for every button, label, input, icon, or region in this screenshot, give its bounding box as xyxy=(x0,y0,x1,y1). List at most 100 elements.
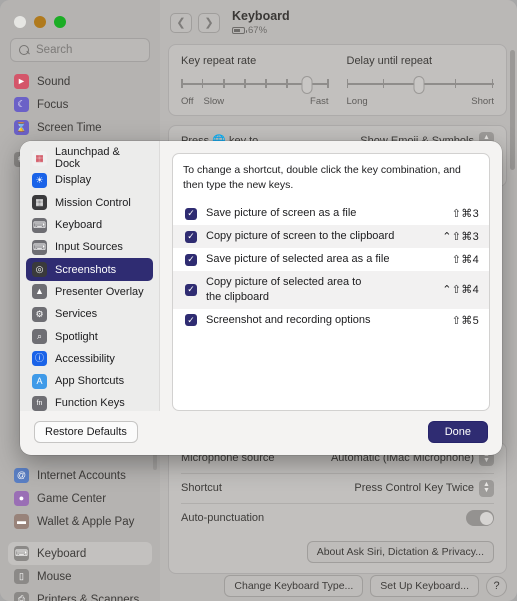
set-up-keyboard-button[interactable]: Set Up Keyboard... xyxy=(370,575,479,597)
sidebar-item-presenter-overlay[interactable]: ▲ Presenter Overlay xyxy=(26,281,153,303)
battery-status: 67% xyxy=(232,25,290,36)
about-ask-siri-button[interactable]: About Ask Siri, Dictation & Privacy... xyxy=(306,540,494,563)
sidebar-item-mission-control[interactable]: ▦ Mission Control xyxy=(26,192,153,214)
dictation-card: Microphone source Automatic (iMac Microp… xyxy=(168,441,507,574)
shortcuts-panel: To change a shortcut, double click the k… xyxy=(160,141,502,411)
table-row[interactable]: ✓ Save picture of screen as a file ⇧⌘3 xyxy=(173,202,489,225)
done-button[interactable]: Done xyxy=(427,421,488,443)
dictation-shortcut-row[interactable]: Shortcut Press Control Key Twice ▲ ▼ xyxy=(181,472,494,503)
mouse-icon: ▯ xyxy=(14,569,29,584)
search-input[interactable]: Search xyxy=(10,38,150,62)
sidebar-item-wallet[interactable]: ▬ Wallet & Apple Pay xyxy=(8,510,152,533)
key-repeat-rate-group: Key repeat rate Off Slow Fast xyxy=(181,55,329,107)
checkbox-checked-icon[interactable]: ✓ xyxy=(185,314,197,327)
at-sign-icon: @ xyxy=(14,468,29,483)
dictation-shortcut-label: Shortcut xyxy=(181,482,222,495)
sidebar-item-label: Internet Accounts xyxy=(37,469,126,482)
shortcut-keys[interactable]: ⇧⌘3 xyxy=(452,207,479,220)
shortcut-keys[interactable]: ⇧⌘5 xyxy=(452,314,479,327)
chevron-right-icon[interactable]: ❯ xyxy=(198,12,220,33)
help-button[interactable]: ? xyxy=(486,575,507,597)
sidebar-item-keyboard[interactable]: ⌨ Keyboard xyxy=(8,542,152,565)
app-store-icon: A xyxy=(32,373,47,389)
table-row[interactable]: ✓ Save picture of selected area as a fil… xyxy=(173,248,489,271)
sidebar-item-focus[interactable]: ☾ Focus xyxy=(8,93,152,116)
sidebar-item-label: Wallet & Apple Pay xyxy=(37,515,135,528)
table-row[interactable]: ✓ Screenshot and recording options ⇧⌘5 xyxy=(173,309,489,332)
minimize-window-button[interactable] xyxy=(34,16,46,28)
restore-defaults-button[interactable]: Restore Defaults xyxy=(34,421,138,443)
checkbox-checked-icon[interactable]: ✓ xyxy=(185,253,197,266)
sheet-item-label: Presenter Overlay xyxy=(55,285,144,298)
sidebar-item-internet-accounts[interactable]: @ Internet Accounts xyxy=(8,464,152,487)
chevron-updown-icon[interactable]: ▲▼ xyxy=(479,479,494,497)
sidebar-item-screenshots[interactable]: ◎ Screenshots xyxy=(26,258,153,281)
close-window-button[interactable] xyxy=(14,16,26,28)
sidebar-item-services[interactable]: ⚙ Services xyxy=(26,303,153,325)
shortcut-keys[interactable]: ⌃⇧⌘3 xyxy=(442,230,479,243)
services-icon: ⚙ xyxy=(32,306,47,322)
sheet-item-label: App Shortcuts xyxy=(55,375,125,388)
sidebar-divider xyxy=(8,533,152,542)
sidebar-item-launchpad-dock[interactable]: ▦ Launchpad & Dock xyxy=(26,146,153,171)
sheet-item-label: Function Keys xyxy=(55,397,125,410)
sidebar-item-input-sources[interactable]: ⌨ Input Sources xyxy=(26,236,153,258)
sidebar-item-keyboard[interactable]: ⌨ Keyboard xyxy=(26,214,153,236)
sheet-item-label: Mission Control xyxy=(55,196,131,209)
sidebar-item-printers-scanners[interactable]: ⎙ Printers & Scanners xyxy=(8,588,152,601)
sidebar-item-screen-time[interactable]: ⌛ Screen Time xyxy=(8,116,152,139)
sheet-item-label: Services xyxy=(55,308,98,321)
shortcut-label: Screenshot and recording options xyxy=(206,313,371,326)
shortcut-keys[interactable]: ⌃⇧⌘4 xyxy=(442,283,479,296)
dictation-shortcut-value[interactable]: Press Control Key Twice ▲ ▼ xyxy=(354,479,494,497)
speaker-icon: ► xyxy=(14,74,29,89)
checkbox-checked-icon[interactable]: ✓ xyxy=(185,283,197,296)
sidebar-item-mouse[interactable]: ▯ Mouse xyxy=(8,565,152,588)
sidebar-item-accessibility[interactable]: ⓘ Accessibility xyxy=(26,348,153,370)
printer-icon: ⎙ xyxy=(14,592,29,601)
traffic-lights xyxy=(0,6,160,28)
sidebar-item-label: Sound xyxy=(37,75,71,88)
delay-until-repeat-slider[interactable] xyxy=(346,75,494,94)
shortcut-label: Save picture of screen as a file xyxy=(206,207,357,220)
keyboard-icon: ⌨ xyxy=(32,217,47,233)
spotlight-search-icon: ⌕ xyxy=(32,329,47,345)
display-brightness-icon: ☀ xyxy=(32,172,47,188)
delay-until-repeat-label: Delay until repeat xyxy=(346,54,433,67)
sidebar-item-label: Focus xyxy=(37,98,69,111)
content-scrollbar[interactable] xyxy=(510,50,515,170)
launchpad-icon: ▦ xyxy=(32,150,47,166)
key-repeat-min-label: Off xyxy=(181,95,194,107)
sidebar-item-function-keys[interactable]: fn Function Keys xyxy=(26,392,153,411)
sidebar-item-display[interactable]: ☀ Display xyxy=(26,169,153,191)
page-header: Keyboard 67% xyxy=(232,9,290,36)
sidebar-item-sound[interactable]: ► Sound xyxy=(8,70,152,93)
shortcuts-hint: To change a shortcut, double click the k… xyxy=(183,164,461,192)
sidebar-item-spotlight[interactable]: ⌕ Spotlight xyxy=(26,325,153,347)
auto-punctuation-row[interactable]: Auto-punctuation xyxy=(181,502,494,533)
sheet-item-label: Screenshots xyxy=(55,263,117,276)
shortcut-keys[interactable]: ⇧⌘4 xyxy=(452,253,479,266)
sidebar-item-app-shortcuts[interactable]: A App Shortcuts xyxy=(26,370,153,392)
input-sources-icon: ⌨ xyxy=(32,239,47,255)
table-row[interactable]: ✓ Copy picture of selected area to the c… xyxy=(173,270,489,309)
sidebar-item-game-center[interactable]: ● Game Center xyxy=(8,487,152,510)
slider-thumb[interactable] xyxy=(301,75,313,94)
chevron-left-icon[interactable]: ❮ xyxy=(170,12,192,33)
checkbox-checked-icon[interactable]: ✓ xyxy=(185,230,197,243)
table-row[interactable]: ✓ Copy picture of screen to the clipboar… xyxy=(173,225,489,249)
slider-thumb[interactable] xyxy=(413,75,425,94)
sheet-item-label: Accessibility xyxy=(55,352,115,365)
sheet-item-label: Launchpad & Dock xyxy=(55,146,120,171)
sidebar-item-label: Keyboard xyxy=(37,547,87,560)
sidebar-item-label: Screen Time xyxy=(37,121,102,134)
search-container: Search xyxy=(0,28,160,68)
game-center-icon: ● xyxy=(14,491,29,506)
change-keyboard-type-button[interactable]: Change Keyboard Type... xyxy=(224,575,364,597)
checkbox-checked-icon[interactable]: ✓ xyxy=(185,207,197,220)
zoom-window-button[interactable] xyxy=(54,16,66,28)
auto-punctuation-toggle[interactable] xyxy=(466,510,494,527)
key-repeat-rate-slider[interactable] xyxy=(181,75,329,94)
sidebar-item-label: Printers & Scanners xyxy=(37,593,140,601)
about-siri-row: About Ask Siri, Dictation & Privacy... xyxy=(181,533,494,573)
